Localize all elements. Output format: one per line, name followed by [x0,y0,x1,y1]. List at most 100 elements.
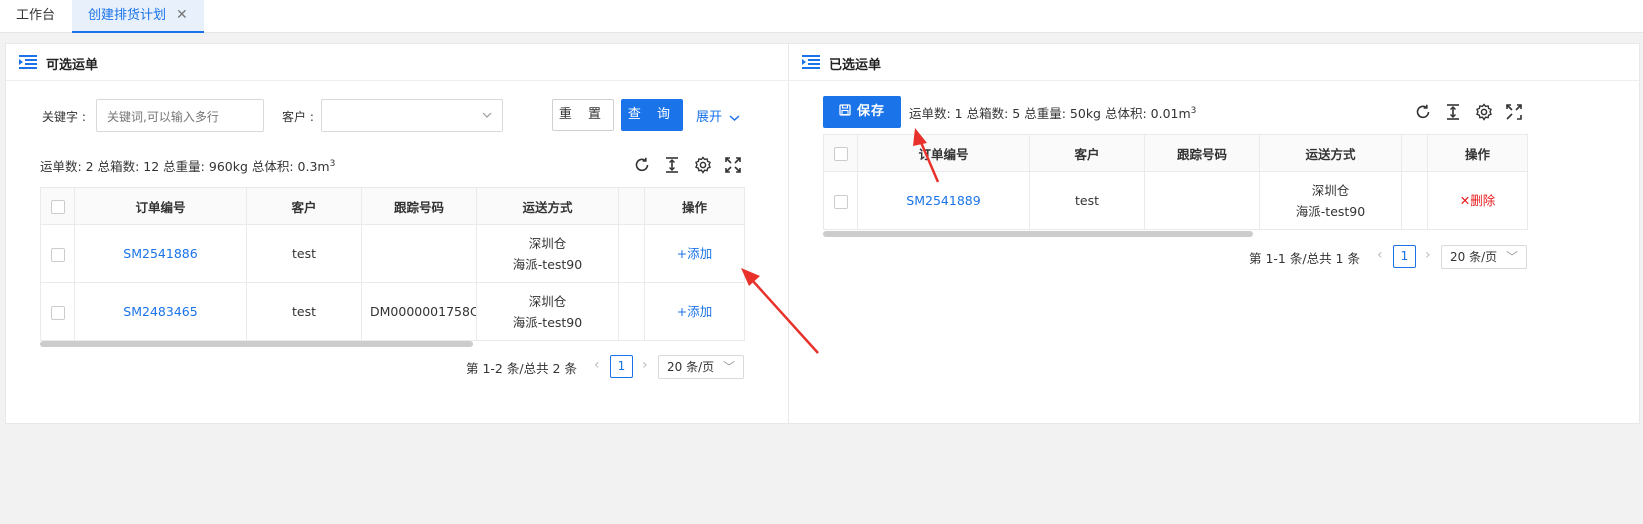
keyword-input[interactable] [96,99,264,132]
row-checkbox[interactable] [833,194,848,209]
col-header-order: 订单编号 [857,134,1030,172]
col-header-shipping: 运送方式 [476,187,619,225]
row-checkbox-cell[interactable] [40,224,75,283]
refresh-icon[interactable] [633,156,651,174]
fullscreen-icon[interactable] [724,156,742,174]
column-height-icon[interactable] [663,156,681,174]
order-link[interactable]: SM2483465 [123,304,197,319]
query-button[interactable]: 查 询 [621,99,683,131]
expand-toggle[interactable]: 展开 [696,106,740,125]
close-icon[interactable]: ✕ [176,7,188,23]
reset-button[interactable]: 重 置 [552,99,614,131]
col-header-tracking: 跟踪号码 [361,187,477,225]
available-orders-panel: 可选运单 关键字 : 客户 : 重 置 查 询 展开 运单数: 2 总箱数: 1… [5,43,817,424]
tab-bar: 工作台 创建排货计划 ✕ [0,0,1643,33]
prev-page-icon[interactable]: ‹ [1377,247,1383,263]
page-size-select[interactable]: 20 条/页 ﹀ [658,355,744,379]
summary-text: 运单数: 1 总箱数: 5 总重量: 50kg 总体积: 0.01m [909,106,1191,121]
tab-workbench[interactable]: 工作台 [0,0,71,33]
action-cell: +添加 [644,224,745,283]
panel-header: 可选运单 [6,44,816,81]
summary-text: 运单数: 2 总箱数: 12 总重量: 960kg 总体积: 0.3m [40,159,330,174]
summary-stats: 运单数: 1 总箱数: 5 总重量: 50kg 总体积: 0.01m3 [909,103,1196,122]
col-header-action: 操作 [1427,134,1528,172]
gear-icon[interactable] [1475,103,1493,121]
shipping-method: 海派-test90 [1295,203,1366,219]
horizontal-scrollbar[interactable] [40,341,473,347]
available-orders-table: 订单编号 客户 跟踪号码 运送方式 操作 SM2541886 test 深圳仓海… [40,187,745,341]
prev-page-icon[interactable]: ‹ [594,357,600,373]
select-all-cell[interactable] [823,134,858,172]
col-header-gap [1401,134,1428,172]
page-number-1[interactable]: 1 [610,355,633,378]
next-page-icon[interactable]: › [1425,247,1431,263]
chevron-down-icon: ﹀ [1505,250,1518,264]
col-header-customer: 客户 [1029,134,1145,172]
customer-select[interactable] [321,99,503,132]
page-size-value: 20 条/页 [1450,250,1498,264]
gap-cell [618,224,645,283]
row-checkbox-cell[interactable] [823,171,858,230]
row-checkbox[interactable] [50,305,65,320]
panel-title: 已选运单 [829,58,882,73]
delete-button[interactable]: ✕删除 [1460,193,1495,208]
col-header-order: 订单编号 [74,187,247,225]
action-cell: +添加 [644,282,745,341]
action-cell: ✕删除 [1427,171,1528,230]
chevron-down-icon [729,114,740,121]
tracking-cell: DM0000001758CN [361,282,477,341]
page-size-select[interactable]: 20 条/页 ﹀ [1441,245,1527,269]
next-page-icon[interactable]: › [642,357,648,373]
row-checkbox-cell[interactable] [40,282,75,341]
summary-sup: 3 [1190,105,1197,116]
customer-cell: test [246,224,362,283]
horizontal-scrollbar[interactable] [823,231,1253,237]
table-header-row: 订单编号 客户 跟踪号码 运送方式 操作 [40,187,745,225]
page-number-1[interactable]: 1 [1393,245,1416,268]
table-header-row: 订单编号 客户 跟踪号码 运送方式 操作 [823,134,1528,172]
tab-create-plan[interactable]: 创建排货计划 ✕ [72,0,204,33]
shipping-warehouse: 深圳仓 [1311,182,1350,198]
selected-orders-panel: 已选运单 保存 运单数: 1 总箱数: 5 总重量: 50kg 总体积: 0.0… [788,43,1640,424]
selected-orders-table: 订单编号 客户 跟踪号码 运送方式 操作 SM2541889 test 深圳仓海… [823,134,1528,230]
panel-title: 可选运单 [46,58,99,73]
row-checkbox[interactable] [50,247,65,262]
shipping-warehouse: 深圳仓 [528,235,567,251]
expand-label: 展开 [696,110,723,125]
col-header-customer: 客户 [246,187,362,225]
gap-cell [1401,171,1428,230]
fullscreen-icon[interactable] [1505,103,1523,121]
customer-cell: test [1029,171,1145,230]
col-header-shipping: 运送方式 [1259,134,1402,172]
order-link[interactable]: SM2541886 [123,246,197,261]
summary-stats: 运单数: 2 总箱数: 12 总重量: 960kg 总体积: 0.3m3 [40,156,335,175]
summary-sup: 3 [329,158,336,169]
menu-indent-icon [19,55,37,69]
gap-cell [618,282,645,341]
add-button[interactable]: +添加 [677,246,712,261]
shipping-method: 海派-test90 [512,256,583,272]
table-row: SM2541886 test 深圳仓海派-test90 +添加 [40,224,745,283]
select-all-checkbox[interactable] [50,199,65,214]
shipping-cell: 深圳仓 海派-test90 [476,282,619,341]
customer-cell: test [246,282,362,341]
shipping-cell: 深圳仓海派-test90 [476,224,619,283]
customer-label: 客户 : [282,110,314,124]
select-all-cell[interactable] [40,187,75,225]
col-header-gap [618,187,645,225]
add-button[interactable]: +添加 [677,304,712,319]
keyword-label: 关键字 : [42,110,86,124]
chevron-down-icon: ﹀ [722,360,735,374]
refresh-icon[interactable] [1414,103,1432,121]
shipping-warehouse: 深圳仓 [528,293,567,309]
save-icon [839,104,851,116]
panel-header: 已选运单 [789,44,1639,81]
pager-summary: 第 1-1 条/总共 1 条 [1249,251,1360,266]
order-link[interactable]: SM2541889 [906,193,980,208]
save-button[interactable]: 保存 [823,96,901,128]
tab-label: 创建排货计划 [88,8,167,23]
gear-icon[interactable] [694,156,712,174]
column-height-icon[interactable] [1444,103,1462,121]
select-all-checkbox[interactable] [833,146,848,161]
pager-summary: 第 1-2 条/总共 2 条 [466,361,577,376]
